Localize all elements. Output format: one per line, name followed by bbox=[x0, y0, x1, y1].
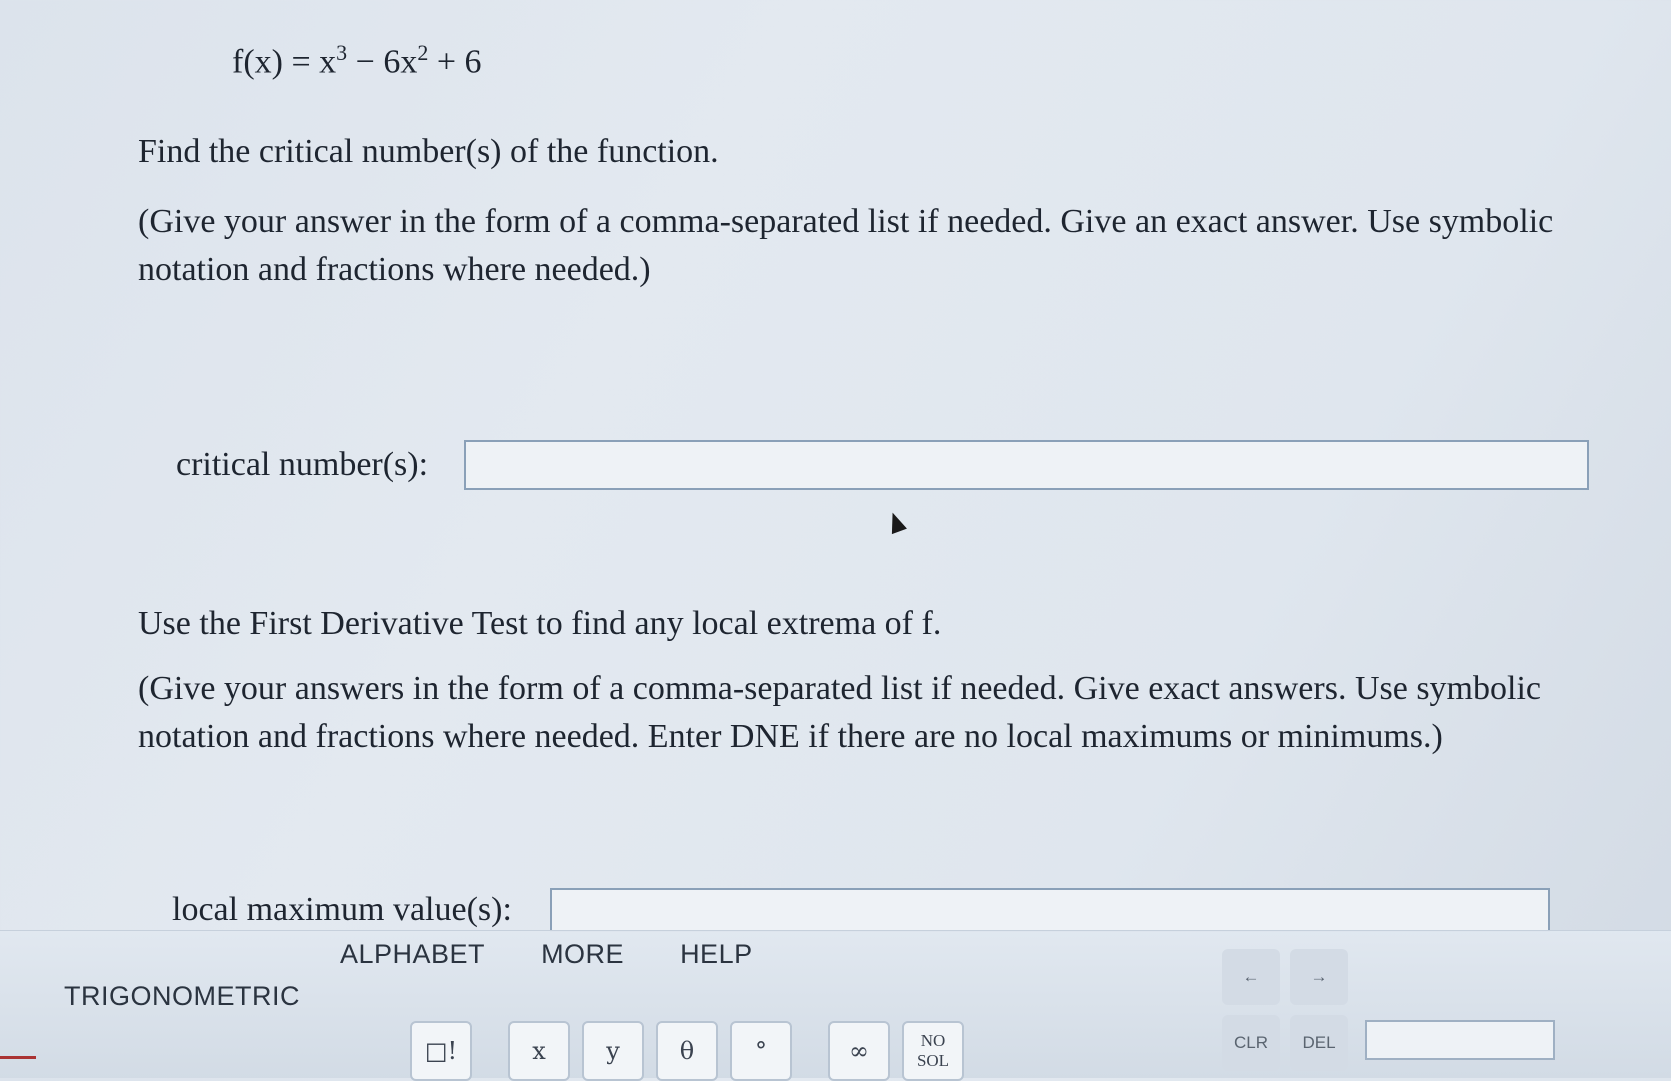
no-solution-line2: SOL bbox=[916, 1051, 950, 1070]
local-maximum-row: local maximum value(s): bbox=[172, 888, 1550, 932]
formula-exponent-3: 3 bbox=[336, 40, 348, 65]
no-solution-line1: NO bbox=[920, 1031, 946, 1050]
keypad-keys: □! x y θ ° ∞ NO SOL bbox=[410, 1021, 964, 1081]
y-variable-key[interactable]: y bbox=[582, 1021, 644, 1081]
delete-key[interactable]: DEL bbox=[1290, 1015, 1348, 1071]
no-solution-key[interactable]: NO SOL bbox=[902, 1021, 964, 1081]
keypad-tab-trig-wrap: TRIGONOMETRIC bbox=[64, 981, 300, 1012]
critical-number-row: critical number(s): bbox=[176, 440, 1590, 490]
factorial-key[interactable]: □! bbox=[410, 1021, 472, 1081]
x-variable-key[interactable]: x bbox=[508, 1021, 570, 1081]
clear-key[interactable]: CLR bbox=[1222, 1015, 1280, 1071]
keypad-edit-keys: ← → CLR DEL bbox=[1222, 949, 1348, 1071]
function-formula: f(x) = x3 − 6x2 + 6 bbox=[232, 40, 482, 81]
left-edge-marker bbox=[0, 1056, 36, 1059]
tab-trigonometric[interactable]: TRIGONOMETRIC bbox=[64, 981, 300, 1012]
formula-rhs: + 6 bbox=[428, 43, 482, 81]
theta-key[interactable]: θ bbox=[656, 1021, 718, 1081]
tab-alphabet[interactable]: ALPHABET bbox=[340, 939, 485, 970]
formula-lhs: f(x) = x bbox=[232, 43, 337, 81]
tab-help[interactable]: HELP bbox=[680, 939, 753, 970]
critical-number-input[interactable] bbox=[464, 440, 1590, 490]
next-answer-input[interactable] bbox=[1365, 1020, 1555, 1060]
formula-middle: − 6x bbox=[347, 43, 418, 81]
infinity-key[interactable]: ∞ bbox=[828, 1021, 890, 1081]
critical-number-label: critical number(s): bbox=[176, 446, 429, 483]
question-extrema-prompt: Use the First Derivative Test to find an… bbox=[138, 605, 942, 642]
question-extrema-note: (Give your answers in the form of a comm… bbox=[138, 670, 1541, 755]
tab-more[interactable]: MORE bbox=[541, 939, 624, 970]
degree-key[interactable]: ° bbox=[730, 1021, 792, 1081]
keypad-tabs: ALPHABET MORE HELP bbox=[340, 939, 753, 970]
local-maximum-input[interactable] bbox=[549, 888, 1550, 932]
local-maximum-label: local maximum value(s): bbox=[172, 891, 512, 928]
cursor-right-key[interactable]: → bbox=[1290, 949, 1348, 1005]
mouse-pointer-icon bbox=[885, 509, 907, 535]
no-solution-label: NO SOL bbox=[917, 1031, 949, 1071]
question-critical-prompt: Find the critical number(s) of the funct… bbox=[138, 133, 719, 170]
formula-exponent-2: 2 bbox=[417, 40, 429, 65]
cursor-left-key[interactable]: ← bbox=[1222, 949, 1280, 1005]
question-critical-note: (Give your answer in the form of a comma… bbox=[138, 203, 1554, 288]
page: f(x) = x3 − 6x2 + 6 Find the critical nu… bbox=[0, 0, 1671, 1081]
